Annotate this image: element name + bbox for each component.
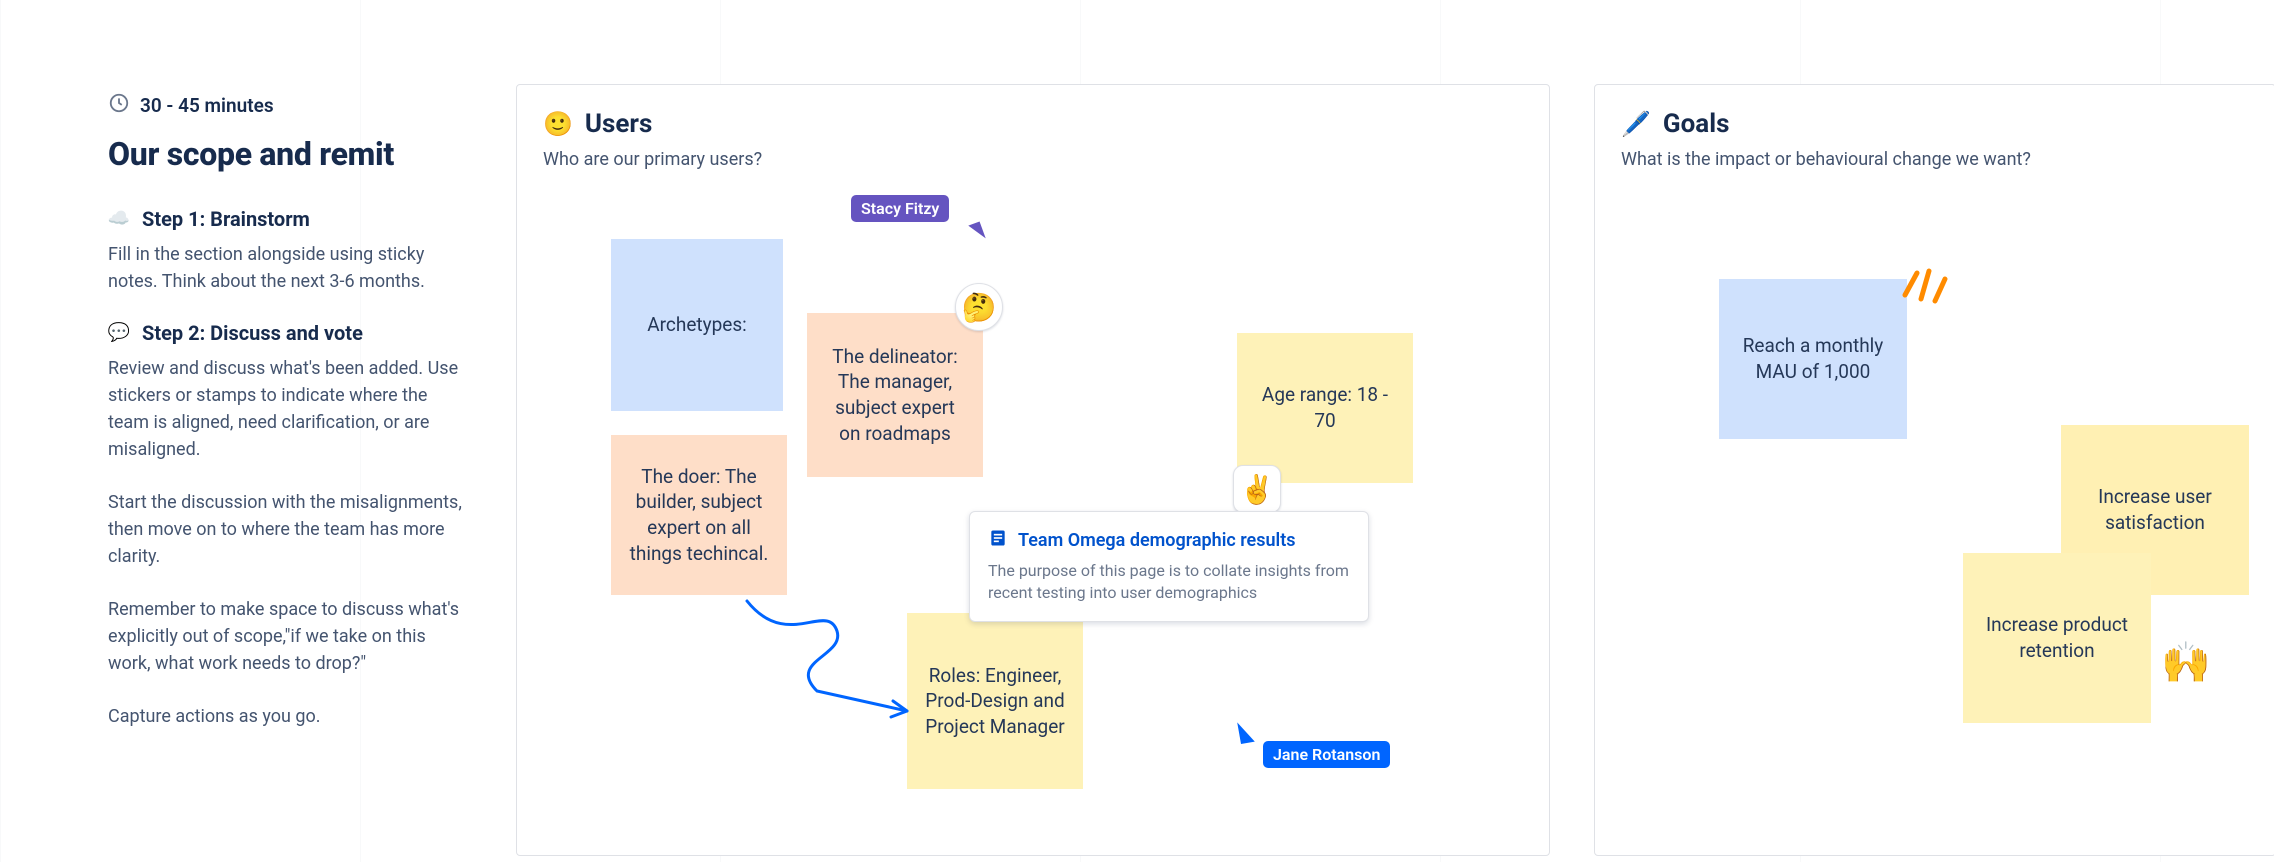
cursor-pointer-icon (1237, 720, 1255, 744)
instructions-panel: 30 - 45 minutes Our scope and remit ☁️ S… (108, 92, 468, 756)
goals-header: 🖊️ Goals What is the impact or behaviour… (1621, 109, 2031, 170)
clock-icon (108, 92, 130, 119)
sticky-retention[interactable]: Increase product retention (1963, 553, 2151, 723)
sticky-roles[interactable]: Roles: Engineer, Prod-Design and Project… (907, 613, 1083, 789)
speech-icon: 💬 (108, 322, 130, 344)
page-title: Our scope and remit (108, 135, 468, 173)
users-subtitle: Who are our primary users? (543, 149, 762, 170)
doc-description: The purpose of this page is to collate i… (988, 560, 1350, 605)
step-2-body-c: Remember to make space to discuss what's… (108, 596, 468, 677)
sticky-age[interactable]: Age range: 18 - 70 (1237, 333, 1413, 483)
users-title: Users (585, 109, 652, 139)
cursor-pointer-icon (968, 221, 985, 242)
doc-embed-card[interactable]: Team Omega demographic results The purpo… (969, 511, 1369, 622)
whiteboard-canvas[interactable]: 30 - 45 minutes Our scope and remit ☁️ S… (0, 0, 2274, 862)
step-2-body-a: Review and discuss what's been added. Us… (108, 355, 468, 463)
thinking-face-stamp[interactable]: 🤔 (955, 283, 1003, 331)
pen-icon: 🖊️ (1621, 112, 1651, 136)
duration-text: 30 - 45 minutes (140, 94, 274, 117)
collab-cursor-stacy: Stacy Fitzy (851, 195, 949, 222)
goals-frame[interactable]: 🖊️ Goals What is the impact or behaviour… (1594, 84, 2274, 856)
users-header: 🙂 Users Who are our primary users? (543, 109, 762, 170)
cursor-label-jane: Jane Rotanson (1263, 741, 1390, 768)
sticky-doer[interactable]: The doer: The builder, subject expert on… (611, 435, 787, 595)
step-2-label: Step 2: Discuss and vote (142, 321, 363, 345)
page-icon (988, 528, 1008, 552)
spark-annotation (1895, 255, 1955, 315)
sticky-delineator[interactable]: The delineator: The manager, subject exp… (807, 313, 983, 477)
step-1-heading: ☁️ Step 1: Brainstorm (108, 207, 468, 231)
collab-cursor-jane: Jane Rotanson (1263, 741, 1390, 768)
smiley-icon: 🙂 (543, 112, 573, 136)
sticky-archetypes[interactable]: Archetypes: (611, 239, 783, 411)
step-1-body: Fill in the section alongside using stic… (108, 241, 468, 295)
cloud-icon: ☁️ (108, 208, 130, 230)
doc-title: Team Omega demographic results (1018, 530, 1296, 551)
step-2-heading: 💬 Step 2: Discuss and vote (108, 321, 468, 345)
users-frame[interactable]: 🙂 Users Who are our primary users? Stacy… (516, 84, 1550, 856)
raised-hands-stamp[interactable]: 🙌 (2163, 639, 2209, 685)
duration-row: 30 - 45 minutes (108, 92, 468, 119)
step-1-label: Step 1: Brainstorm (142, 207, 310, 231)
goals-subtitle: What is the impact or behavioural change… (1621, 149, 2031, 170)
goals-title: Goals (1663, 109, 1730, 139)
step-2-body-b: Start the discussion with the misalignme… (108, 489, 468, 570)
cursor-label-stacy: Stacy Fitzy (851, 195, 949, 222)
sticky-mau[interactable]: Reach a monthly MAU of 1,000 (1719, 279, 1907, 439)
step-2-body-d: Capture actions as you go. (108, 703, 468, 730)
victory-hand-stamp[interactable]: ✌️ (1233, 465, 1281, 513)
